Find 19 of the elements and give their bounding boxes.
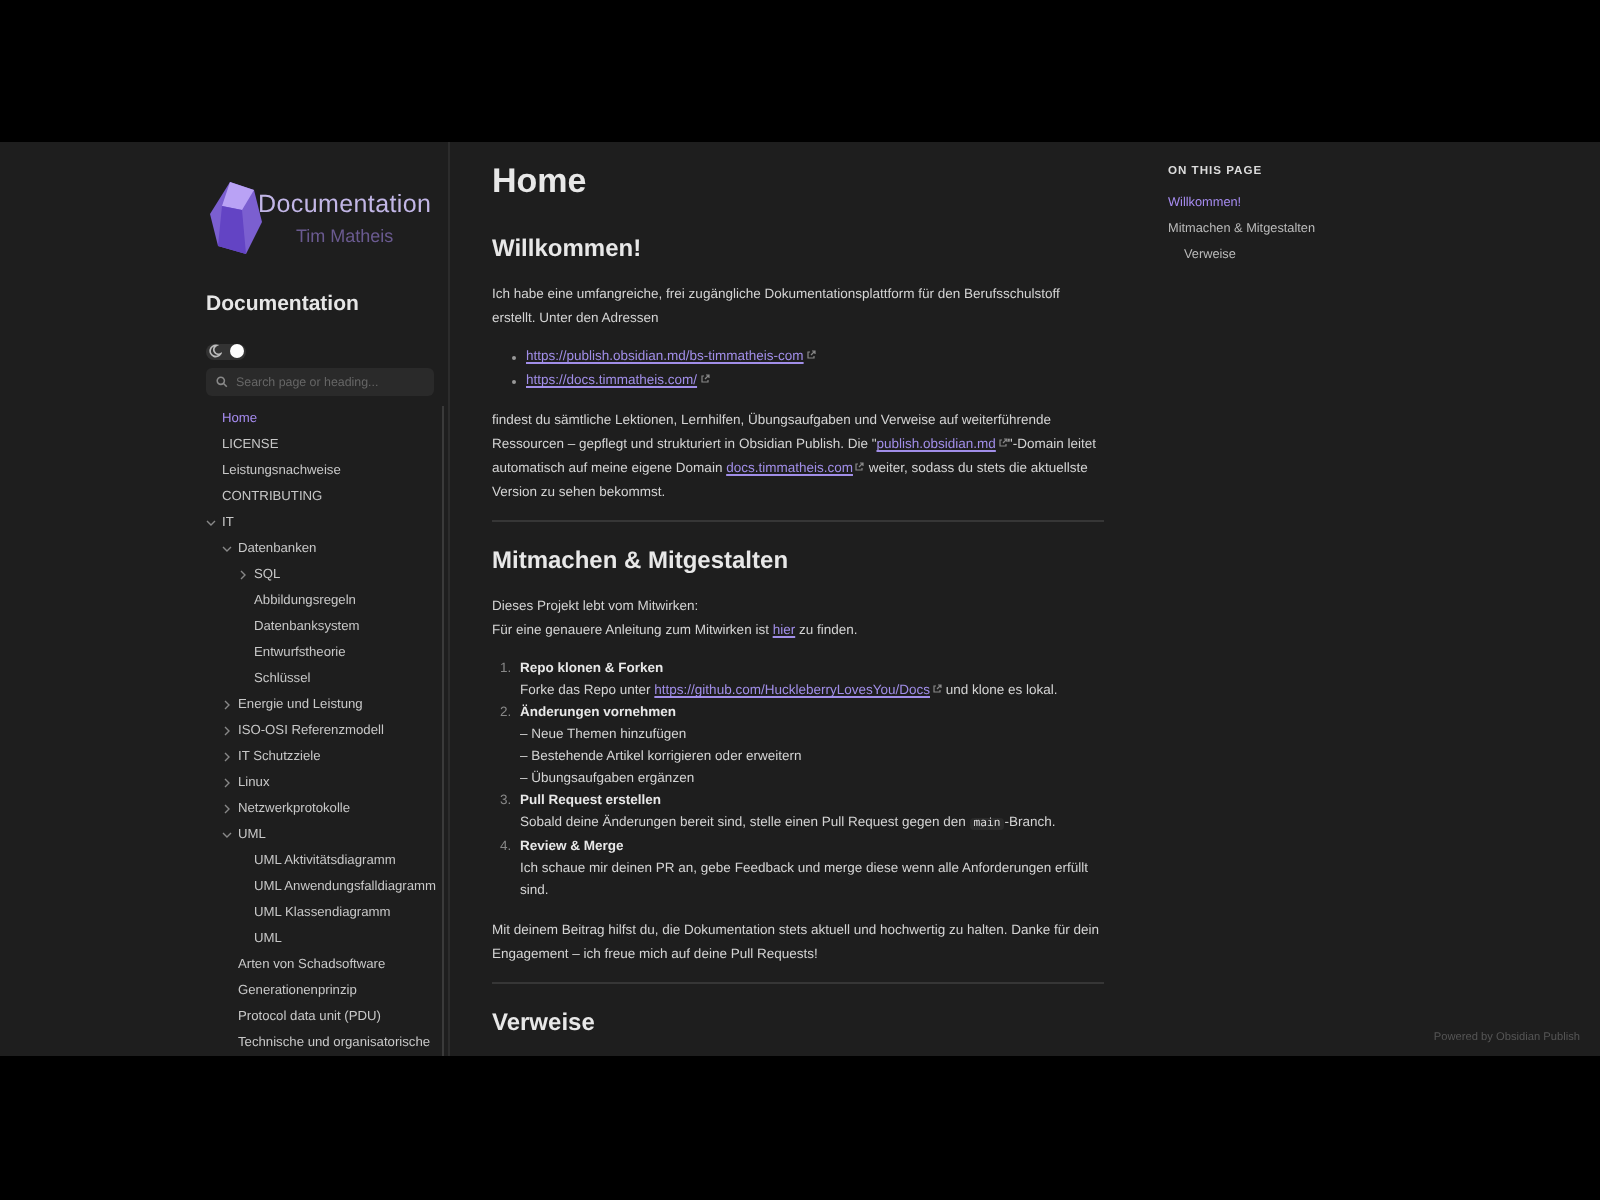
chevron-down-icon[interactable] — [222, 544, 232, 554]
theme-toggle[interactable] — [206, 343, 246, 361]
moon-icon — [208, 344, 222, 359]
section-heading: Verweise — [492, 1006, 597, 1038]
chevron-right-icon[interactable] — [222, 726, 232, 736]
chevron-right-icon[interactable] — [238, 570, 248, 580]
chevron-right-icon[interactable] — [222, 778, 232, 788]
logo-title: Documentation — [258, 190, 432, 219]
site-title: Documentation — [206, 291, 361, 316]
section-heading: Willkommen! — [492, 232, 644, 264]
chevron-down-icon[interactable] — [206, 518, 216, 528]
chevron-down-icon[interactable] — [222, 830, 232, 840]
logo-subtitle: Tim Matheis — [296, 226, 394, 247]
chevron-right-icon[interactable] — [222, 804, 232, 814]
page-title: Home — [492, 160, 589, 204]
search-icon — [216, 376, 228, 389]
section-heading: Mitmachen & Mitgestalten — [492, 544, 791, 576]
chevron-right-icon[interactable] — [222, 700, 232, 710]
chevron-right-icon[interactable] — [222, 752, 232, 762]
